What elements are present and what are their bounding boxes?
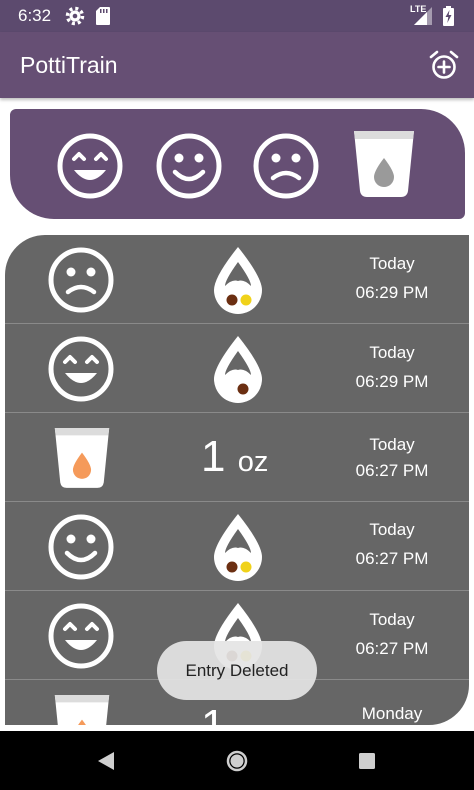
cup-drop-icon[interactable]	[352, 129, 416, 199]
entry-row[interactable]: Today 06:29 PM	[5, 324, 469, 413]
drop-both-icon	[214, 514, 262, 581]
smiling-face-icon	[48, 514, 114, 580]
app-bar: PottiTrain	[0, 32, 474, 98]
battery-charging-icon	[443, 6, 454, 26]
entry-time: 06:27 PM	[355, 549, 429, 568]
amount-unit: oz	[237, 446, 269, 478]
toast-message: Entry Deleted	[157, 641, 317, 700]
back-icon[interactable]	[94, 748, 120, 774]
amount-value: 1	[201, 432, 226, 481]
water-amount: 1 oz	[201, 432, 268, 482]
app-title: PottiTrain	[20, 52, 118, 78]
entry-row[interactable]: Today 06:27 PM	[5, 502, 469, 591]
entry-day: Today	[369, 435, 415, 454]
sad-face-icon[interactable]	[252, 132, 320, 200]
home-icon[interactable]	[224, 748, 250, 774]
entry-time: 06:27 PM	[355, 461, 429, 480]
laughing-face-icon[interactable]	[56, 132, 124, 200]
entry-time: 06:27 PM	[355, 639, 429, 658]
entry-time: 06:29 PM	[355, 372, 429, 391]
lte-signal-icon	[414, 7, 432, 25]
navigation-bar	[0, 731, 474, 790]
entry-time: 06:29 PM	[355, 283, 429, 302]
settings-icon	[65, 6, 85, 26]
entry-row[interactable]: 1 oz Today 06:27 PM	[5, 413, 469, 502]
drop-both-icon	[214, 247, 262, 314]
amount-value: 1	[201, 701, 225, 725]
smiling-face-icon[interactable]	[155, 132, 223, 200]
drop-poop-icon	[214, 336, 262, 403]
water-amount: 1	[201, 701, 225, 725]
entry-row[interactable]: Today 06:29 PM	[5, 235, 469, 324]
entry-day: Today	[369, 610, 415, 629]
recents-icon[interactable]	[354, 748, 380, 774]
sad-face-icon	[48, 247, 114, 313]
entry-day: Today	[369, 254, 415, 273]
entry-day: Today	[369, 520, 415, 539]
status-time: 6:32	[18, 6, 52, 25]
entry-day: Today	[369, 343, 415, 362]
laughing-face-icon	[48, 336, 114, 402]
sd-card-icon	[96, 7, 110, 25]
cup-drop-icon	[54, 428, 110, 488]
entry-day: Monday	[361, 704, 423, 723]
add-alarm-icon[interactable]	[428, 49, 460, 81]
status-bar: 6:32 LTE	[0, 0, 474, 32]
entry-type-picker	[10, 109, 465, 219]
laughing-face-icon	[48, 603, 114, 669]
cup-drop-icon	[54, 695, 110, 725]
